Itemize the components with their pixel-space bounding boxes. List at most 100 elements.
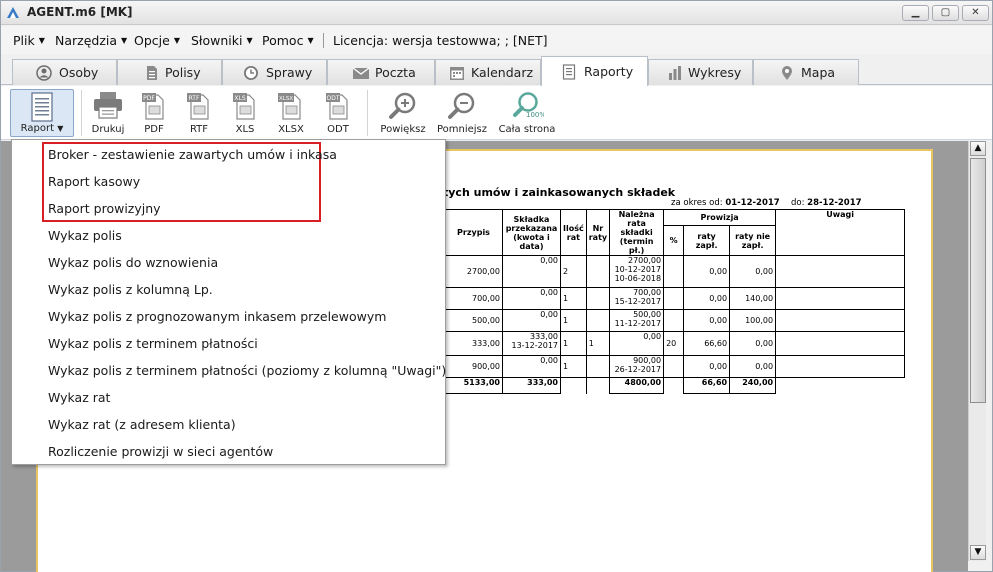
title-bar: AGENT.m6 [MK] ▁ ▢ ✕ [1, 1, 992, 25]
menu-pomoc[interactable]: Pomoc ▼ [262, 33, 314, 48]
cell-uwagi [775, 287, 906, 310]
maximize-button[interactable]: ▢ [932, 5, 959, 21]
dropdown-item[interactable]: Wykaz polis [48, 228, 122, 243]
report-icon [31, 92, 53, 122]
cell-nalezna: 0,00 [609, 331, 665, 356]
scroll-up-button[interactable]: ▲ [970, 141, 986, 156]
cell-uwagi [775, 309, 906, 332]
zoom-out-button[interactable]: Pomniejsz [436, 89, 488, 137]
cell-zapl: 0,00 [683, 287, 731, 310]
menu-plik[interactable]: Plik ▼ [13, 33, 45, 48]
menu-separator [323, 33, 324, 48]
header-nalezna-rata: Należna rata składki (termin pł.) [609, 209, 665, 256]
dropdown-item[interactable]: Wykaz rat (z adresem klienta) [48, 417, 236, 432]
table-row: 2700,00 0,00 2 2700,00 10-12-2017 10-06-201… [444, 255, 906, 288]
zoom-in-button[interactable]: Powiększ [379, 89, 427, 137]
tab-poczta[interactable]: Poczta [327, 59, 435, 85]
tab-bar: Osoby Polisy Sprawy Poczta Kalendarz Rap… [1, 55, 992, 86]
empty-cell [663, 377, 685, 394]
toolbar-separator [367, 90, 368, 136]
tab-osoby[interactable]: Osoby [12, 59, 117, 85]
cell-nie: 0,00 [729, 255, 777, 288]
cell-pct [663, 309, 685, 332]
export-pdf-button[interactable]: PDF PDF [135, 89, 173, 137]
dropdown-item[interactable]: Raport prowizyjny [48, 201, 161, 216]
pdf-label: PDF [144, 124, 164, 135]
cell-zapl: 0,00 [683, 309, 731, 332]
header-skladka: Składka przekazana (kwota i data) [502, 209, 561, 256]
cell-przypis: 900,00 [444, 355, 503, 378]
tab-label: Sprawy [266, 65, 313, 80]
cell-nr: 1 [585, 331, 611, 356]
cell-nalezna: 500,00 11-12-2017 [609, 309, 665, 332]
chevron-down-icon: ▼ [173, 36, 180, 45]
cell-nie: 0,00 [729, 331, 777, 356]
tab-mapa[interactable]: Mapa [753, 59, 859, 85]
odt-label: ODT [327, 124, 349, 135]
menu-narzedzia[interactable]: Narzędzia ▼ [55, 33, 127, 48]
menu-slowniki[interactable]: Słowniki ▼ [191, 33, 253, 48]
dropdown-item[interactable]: Wykaz polis z terminem płatności (poziom… [48, 363, 446, 378]
dropdown-item[interactable]: Wykaz polis z prognozowanym inkasem prze… [48, 309, 386, 324]
export-odt-button[interactable]: ODT ODT [318, 89, 358, 137]
header-procent: % [663, 225, 685, 256]
scroll-thumb[interactable] [970, 158, 986, 403]
cell-ilosc: 1 [560, 287, 587, 310]
header-raty-nie-zapl: raty nie zapł. [729, 225, 777, 256]
fit-page-button[interactable]: 100% Cała strona [498, 89, 556, 137]
xls-file-icon: XLS [233, 93, 255, 120]
cell-ilosc: 1 [560, 309, 587, 332]
cell-nalezna: 900,00 26-12-2017 [609, 355, 665, 378]
tab-raporty[interactable]: Raporty [541, 56, 648, 86]
menu-opcje[interactable]: Opcje ▼ [134, 33, 180, 48]
period-to: do: 28-12-2017 [791, 198, 862, 208]
cell-skladka: 0,00 [502, 309, 561, 332]
table-row: 900,00 0,00 1 900,00 26-12-2017 0,00 0,00 [444, 355, 906, 378]
dropdown-item[interactable]: Wykaz polis z kolumną Lp. [48, 282, 213, 297]
export-xlsx-button[interactable]: XLSX XLSX [271, 89, 311, 137]
minimize-button[interactable]: ▁ [902, 5, 929, 21]
cell-skladka: 0,00 [502, 287, 561, 310]
cell-ilosc: 1 [560, 355, 587, 378]
dropdown-item[interactable]: Raport kasowy [48, 174, 140, 189]
export-xls-button[interactable]: XLS XLS [226, 89, 264, 137]
report-table: Przypis Składka przekazana (kwota i data… [444, 208, 906, 394]
cell-zapl: 0,00 [683, 255, 731, 288]
total-raty-zapl: 66,60 [683, 377, 731, 394]
total-przypis: 5133,00 [444, 377, 503, 394]
cell-nr [585, 355, 611, 378]
tab-label: Poczta [375, 65, 416, 80]
dropdown-item[interactable]: Broker - zestawienie zawartych umów i in… [48, 147, 337, 162]
tab-polisy[interactable]: Polisy [117, 59, 222, 85]
printer-icon [94, 92, 122, 119]
raport-dropdown-menu: Broker - zestawienie zawartych umów i in… [11, 139, 446, 465]
pdf-file-icon: PDF [142, 93, 164, 120]
toolbar: Raport ▼ Drukuj PDF PDF RTF RTF XLS XLS [1, 86, 992, 140]
header-przypis: Przypis [444, 209, 503, 256]
header-uwagi: Uwagi [775, 209, 906, 256]
empty-cell [585, 377, 611, 394]
bar-chart-icon [669, 66, 681, 80]
export-rtf-button[interactable]: RTF RTF [180, 89, 218, 137]
tab-wykresy[interactable]: Wykresy [648, 59, 753, 85]
raport-button[interactable]: Raport ▼ [10, 89, 74, 137]
svg-text:XLSX: XLSX [279, 96, 293, 102]
vertical-scrollbar[interactable]: ▲ ▼ [968, 141, 986, 561]
tab-sprawy[interactable]: Sprawy [222, 59, 327, 85]
dropdown-item[interactable]: Wykaz polis z terminem płatności [48, 336, 258, 351]
table-row: 700,00 0,00 1 700,00 15-12-2017 0,00 140,00 [444, 287, 906, 310]
powieksz-label: Powiększ [380, 124, 426, 135]
dropdown-item[interactable]: Wykaz polis do wznowienia [48, 255, 218, 270]
cell-nie: 0,00 [729, 355, 777, 378]
dropdown-item[interactable]: Rozliczenie prowizji w sieci agentów [48, 444, 273, 459]
close-button[interactable]: ✕ [962, 5, 989, 21]
tab-label: Osoby [59, 65, 99, 80]
report-heading: tych umów i zainkasowanych składek [443, 186, 676, 199]
scroll-down-button[interactable]: ▼ [970, 545, 986, 560]
report-icon [562, 64, 576, 80]
app-logo-icon [7, 7, 19, 18]
tab-kalendarz[interactable]: Kalendarz [435, 59, 541, 85]
drukuj-button[interactable]: Drukuj [87, 89, 129, 137]
dropdown-item[interactable]: Wykaz rat [48, 390, 110, 405]
tab-label: Kalendarz [471, 65, 534, 80]
